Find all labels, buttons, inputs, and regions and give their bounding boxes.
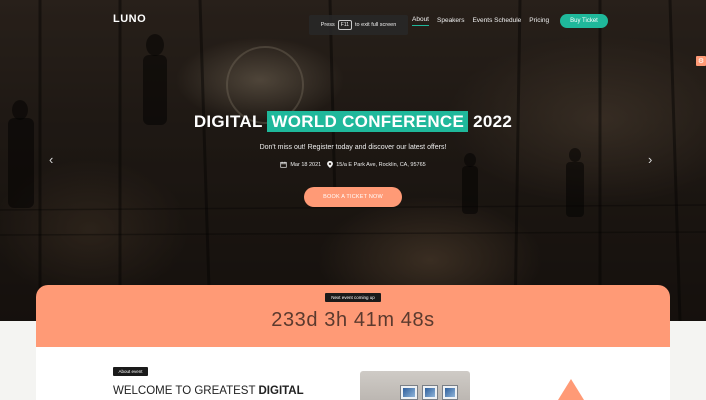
event-location-text: 15/a E Park Ave, Rocklin, CA, 95765 <box>336 161 426 168</box>
buy-ticket-button[interactable]: Buy Ticket <box>560 14 608 28</box>
nav-item-pricing[interactable]: Pricing <box>529 17 549 26</box>
hero-title: DIGITAL WORLD CONFERENCE 2022 <box>0 111 706 132</box>
hero-title-highlight: WORLD CONFERENCE <box>267 111 469 132</box>
nav-item-about[interactable]: About <box>412 16 429 26</box>
fullscreen-tip-prefix: Press <box>320 22 335 28</box>
calendar-icon <box>280 161 287 168</box>
fullscreen-tip-key: F11 <box>337 20 353 30</box>
picture-frame <box>400 385 418 400</box>
picture-frame <box>422 385 438 400</box>
hero-tagline: Don't miss out! Register today and disco… <box>259 144 447 151</box>
about-title: WELCOME TO GREATEST DIGITAL <box>113 385 304 397</box>
fullscreen-tip: Press F11 to exit full screen <box>309 15 408 35</box>
gear-icon[interactable]: ⚙ <box>696 56 706 66</box>
next-event-badge: Next event coming up <box>325 293 381 302</box>
site-logo[interactable]: LUNO <box>113 13 146 25</box>
about-image <box>360 371 470 400</box>
nav-item-speakers[interactable]: Speakers <box>437 17 464 26</box>
countdown-timer: 233d 3h 41m 48s <box>271 309 435 331</box>
page: LUNO Press F11 to exit full screen About… <box>0 0 706 400</box>
fullscreen-tip-suffix: to exit full screen <box>355 22 397 28</box>
map-pin-icon <box>327 161 334 168</box>
book-ticket-button[interactable]: BOOK A TICKET NOW <box>304 187 402 207</box>
hero-title-post: 2022 <box>473 112 513 131</box>
chevron-right-icon[interactable]: › <box>648 152 652 167</box>
event-meta: Mar 18 2021 15/a E Park Ave, Rocklin, CA… <box>0 161 706 168</box>
about-title-pre: WELCOME TO GREATEST <box>113 385 256 397</box>
hero-title-pre: DIGITAL <box>193 112 263 131</box>
decorative-triangle <box>558 379 584 400</box>
about-badge: About event <box>113 367 148 376</box>
about-title-bold: DIGITAL <box>258 385 304 397</box>
main-nav: About Speakers Events Schedule Pricing B… <box>412 14 608 28</box>
picture-frame <box>442 385 458 400</box>
chevron-left-icon[interactable]: ‹ <box>49 152 53 167</box>
nav-item-events-schedule[interactable]: Events Schedule <box>472 17 521 26</box>
event-date: Mar 18 2021 <box>280 161 321 168</box>
event-location: 15/a E Park Ave, Rocklin, CA, 95765 <box>327 161 426 168</box>
event-date-text: Mar 18 2021 <box>290 161 322 168</box>
